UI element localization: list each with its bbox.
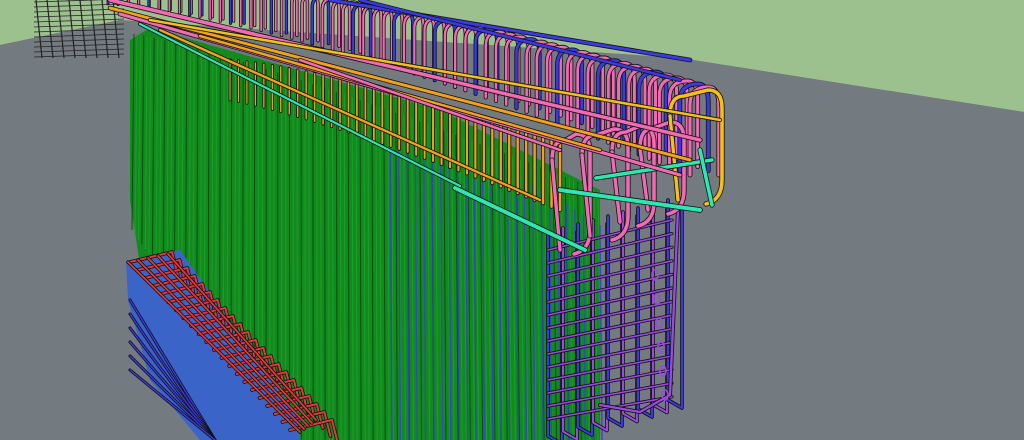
web-bar xyxy=(324,88,326,440)
web-bar xyxy=(331,90,334,440)
3d-viewport[interactable] xyxy=(0,0,1024,440)
rebar-scene xyxy=(0,0,1024,440)
web-bar xyxy=(328,89,330,440)
web-bar xyxy=(320,86,322,440)
